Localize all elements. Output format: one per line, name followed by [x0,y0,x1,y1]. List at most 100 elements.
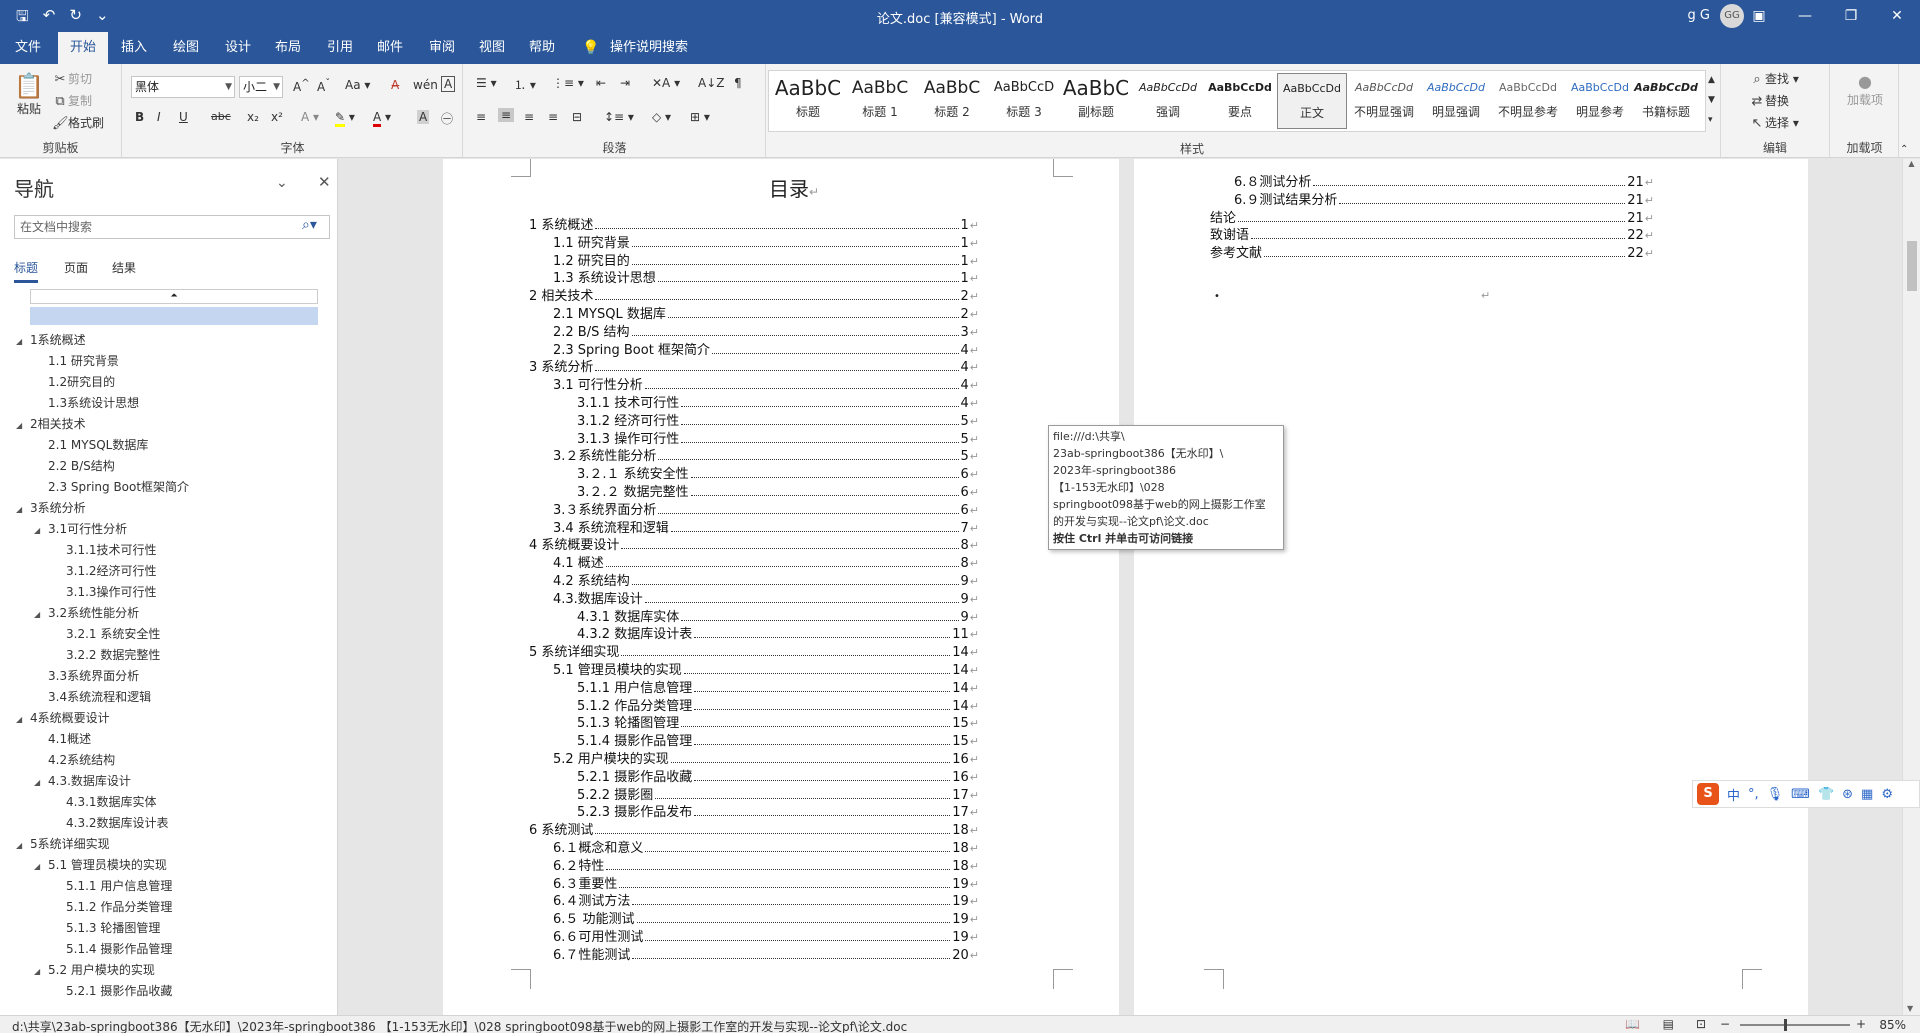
toc-entry[interactable]: 5.1.2 作品分类管理 14 ↵ [577,695,979,714]
style-subtle-reference[interactable]: AaBbCcDd 不明显参考 [1493,73,1563,129]
nav-heading-item[interactable]: 3.1.2经济可行性 [52,562,157,579]
styles-scroll-buttons[interactable]: ▲ ▼ ▾ [1708,70,1715,130]
show-marks-icon[interactable]: ¶ [734,76,742,90]
toc-entry[interactable]: 2.1 MYSQL 数据库 2 ↵ [553,303,979,322]
character-border-icon[interactable]: A [441,76,456,92]
superscript-button[interactable]: x² [271,110,283,124]
print-layout-icon[interactable]: ▤ [1663,1017,1674,1031]
collapse-triangle-icon[interactable]: ◢ [16,841,30,850]
toc-entry[interactable]: 3.２.１ 系统安全性 6 ↵ [577,463,979,482]
phonetic-guide-icon[interactable]: wén [413,78,438,92]
multilevel-list-icon[interactable]: ⋮≡ ▾ [552,76,584,90]
ribbon-options-icon[interactable]: ▣ [1736,0,1782,32]
toc-entry[interactable]: 5.2 用户模块的实现 16 ↵ [553,748,979,767]
replace-button[interactable]: ⇄ 替换 [1749,92,1789,110]
toc-entry[interactable]: 4.3.2 数据库设计表 11 ↵ [577,623,979,642]
toc-entry[interactable]: 1.1 研究背景 1 ↵ [553,232,979,251]
nav-heading-item[interactable]: 2.2 B/S结构 [34,457,115,474]
collapse-triangle-icon[interactable]: ◢ [16,337,30,346]
tab-design[interactable]: 设计 [216,32,260,64]
bold-button[interactable]: B [135,110,144,124]
text-effects-icon[interactable]: A ▾ [301,110,319,124]
toolbox-icon[interactable]: ▦ [1861,787,1873,802]
style-intense-emphasis[interactable]: AaBbCcDd 明显强调 [1421,73,1491,129]
nav-heading-item[interactable]: 3.2.1 系统安全性 [52,625,160,642]
user-name[interactable]: g G [1688,8,1710,23]
scroll-to-top-icon[interactable]: ⏶ [30,289,318,304]
toc-entry[interactable]: 6.８测试分析 21 ↵ [1234,171,1654,190]
nav-heading-item[interactable]: ◢ 1系统概述 [16,331,86,348]
nav-heading-item[interactable]: 5.1.3 轮播图管理 [52,919,160,936]
toc-entry[interactable]: 3 系统分析 4 ↵ [529,356,979,375]
nav-heading-item[interactable]: ◢ 2相关技术 [16,415,86,432]
toc-entry[interactable]: 1.2 研究目的 1 ↵ [553,250,979,269]
tab-home[interactable]: 开始 [58,32,108,64]
toc-entry[interactable]: 4 系统概要设计 8 ↵ [529,534,979,553]
minimize-icon[interactable]: — [1782,0,1828,32]
align-left-icon[interactable]: ≡ [476,110,486,124]
toc-entry[interactable]: 4.1 概述 8 ↵ [553,552,979,571]
toc-entry[interactable]: 2 相关技术 2 ↵ [529,285,979,304]
chevron-down-icon[interactable]: ⌄ [276,175,288,191]
paste-button[interactable]: 📋 粘贴 [14,72,44,122]
nav-heading-item[interactable]: 2.1 MYSQL数据库 [34,436,148,453]
tab-headings[interactable]: 标题 [14,259,39,283]
nav-heading-item[interactable]: 3.4系统流程和逻辑 [34,688,151,705]
align-center-icon[interactable]: ≡ [498,108,515,122]
change-case-button[interactable]: Aa ▾ [345,78,370,92]
numbering-icon[interactable]: ⒈ ▾ [514,76,536,93]
style-heading-2[interactable]: AaBbC 标题 2 [917,73,987,129]
align-right-icon[interactable]: ≡ [524,110,534,124]
toc-entry[interactable]: 4.3.1 数据库实体 9 ↵ [577,606,979,625]
toc-entry[interactable]: 6.５ 功能测试 19 ↵ [553,908,979,927]
style-emphasis[interactable]: AaBbCcDd 强调 [1133,73,1203,129]
toc-entry[interactable]: 致谢语 22 ↵ [1210,224,1654,243]
toc-entry[interactable]: 5.2.2 摄影圈 17 ↵ [577,784,979,803]
zoom-in-icon[interactable]: + [1856,1017,1866,1031]
underline-button[interactable]: U [179,110,188,124]
font-size-combo[interactable]: 小二 ▼ [239,76,283,98]
nav-heading-item[interactable]: 1.2研究目的 [34,373,115,390]
toc-entry[interactable]: 2.2 B/S 结构 3 ↵ [553,321,979,340]
tab-layout[interactable]: 布局 [266,32,310,64]
collapse-triangle-icon[interactable]: ◢ [34,610,48,619]
tab-draw[interactable]: 绘图 [164,32,208,64]
toc-entry[interactable]: 6 系统测试 18 ↵ [529,819,979,838]
toc-entry[interactable]: 参考文献 22 ↵ [1210,242,1654,261]
toc-entry[interactable]: 6.１概念和意义 18 ↵ [553,837,979,856]
font-color-icon[interactable]: A ▾ [373,110,391,127]
sort-icon[interactable]: A↓Z [698,76,724,90]
addins-button[interactable]: ● 加载项 [1845,72,1885,108]
toc-entry[interactable]: 3.1.2 经济可行性 5 ↵ [577,410,979,429]
toc-entry[interactable]: 1 系统概述 1 ↵ [529,214,979,233]
tab-mailings[interactable]: 邮件 [368,32,412,64]
tell-me-search[interactable]: 操作说明搜索 [604,32,694,64]
toc-entry[interactable]: 3.4 系统流程和逻辑 7 ↵ [553,517,979,536]
collapse-triangle-icon[interactable]: ◢ [16,421,30,430]
collapse-triangle-icon[interactable]: ◢ [34,778,48,787]
collapse-triangle-icon[interactable]: ◢ [34,862,48,871]
toc-entry[interactable]: 1.3 系统设计思想 1 ↵ [553,267,979,286]
collapse-triangle-icon[interactable]: ◢ [16,715,30,724]
punctuation-icon[interactable]: °, [1748,787,1759,802]
sogou-logo-icon[interactable]: S [1697,783,1719,805]
strikethrough-button[interactable]: abc [211,110,231,123]
style-intense-reference[interactable]: AaBbCcDd 明显参考 [1565,73,1635,129]
nav-heading-item[interactable]: ◢ 3.1可行性分析 [34,520,127,537]
web-layout-icon[interactable]: ⊡ [1696,1017,1706,1031]
style-book-title[interactable]: AaBbCcDd 书籍标题 [1633,73,1699,129]
toc-entry[interactable]: 4.2 系统结构 9 ↵ [553,570,979,589]
toc-entry[interactable]: 6.７性能测试 20 ↵ [553,944,979,963]
skin-icon[interactable]: 👕 [1818,787,1834,802]
tab-results[interactable]: 结果 [112,259,136,276]
nav-heading-item[interactable]: 4.3.1数据库实体 [52,793,157,810]
chinese-layout-icon[interactable]: ✕A ▾ [652,76,680,90]
nav-heading-item[interactable]: ◢ 5系统详细实现 [16,835,110,852]
collapse-triangle-icon[interactable]: ◢ [34,967,48,976]
nav-heading-item[interactable]: ◢ 3.2系统性能分析 [34,604,139,621]
increase-indent-icon[interactable]: ⇥ [620,76,630,90]
nav-heading-item[interactable]: 5.2.1 摄影作品收藏 [52,982,172,999]
nav-heading-item[interactable]: 3.3系统界面分析 [34,667,139,684]
game-icon[interactable]: ⊛ [1842,787,1853,802]
collapse-triangle-icon[interactable]: ◢ [16,505,30,514]
